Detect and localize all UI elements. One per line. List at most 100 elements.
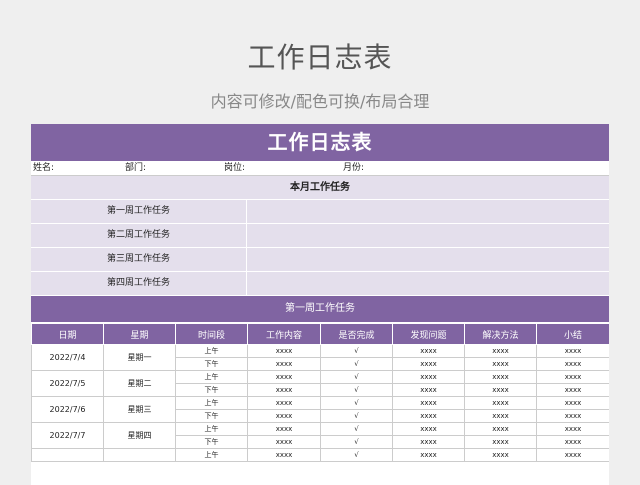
solution-cell[interactable]: xxxx [464, 357, 537, 371]
work-content-cell[interactable]: xxxx [247, 357, 321, 371]
column-header: 解决方法 [464, 323, 537, 345]
solution-cell[interactable]: xxxx [464, 435, 537, 449]
period-cell[interactable]: 上午 [175, 422, 248, 436]
weekly-task-label: 第三周工作任务 [31, 248, 247, 271]
issue-cell[interactable]: xxxx [392, 422, 465, 436]
work-content-cell[interactable]: xxxx [247, 383, 321, 397]
period-cell[interactable]: 上午 [175, 396, 248, 410]
period-cell[interactable]: 下午 [175, 383, 248, 397]
summary-cell[interactable]: xxxx [536, 370, 609, 384]
table-row: 2022/7/6 星期三 上午 xxxx √ xxxx xxxx xxxx [31, 396, 609, 423]
solution-cell[interactable]: xxxx [464, 422, 537, 436]
date-cell[interactable]: 2022/7/5 [31, 370, 104, 397]
completion-cell[interactable]: √ [320, 409, 393, 423]
summary-cell[interactable]: xxxx [536, 422, 609, 436]
weekly-task-label: 第一周工作任务 [31, 200, 247, 223]
weekly-task-value[interactable] [247, 224, 609, 247]
completion-cell[interactable]: √ [320, 357, 393, 371]
table-row: 2022/7/4 星期一 上午 xxxx √ xxxx xxxx xxxx [31, 344, 609, 371]
completion-cell[interactable]: √ [320, 448, 393, 462]
weekly-task-label: 第四周工作任务 [31, 272, 247, 295]
column-header: 日期 [31, 323, 104, 345]
completion-cell[interactable]: √ [320, 370, 393, 384]
period-cell[interactable]: 上午 [175, 370, 248, 384]
work-content-cell[interactable]: xxxx [247, 409, 321, 423]
weekday-cell[interactable]: 星期二 [103, 370, 176, 397]
weekly-task-value[interactable] [247, 248, 609, 271]
column-header: 发现问题 [392, 323, 465, 345]
column-header: 小结 [536, 323, 609, 345]
table-header-row: 日期 星期 时间段 工作内容 是否完成 发现问题 解决方法 小结 [31, 323, 609, 345]
completion-cell[interactable]: √ [320, 422, 393, 436]
work-content-cell[interactable]: xxxx [247, 344, 321, 358]
weekday-cell[interactable]: 星期三 [103, 396, 176, 423]
column-header: 是否完成 [320, 323, 393, 345]
dept-label: 部门: [125, 163, 147, 173]
date-cell[interactable]: 2022/7/6 [31, 396, 104, 423]
sheet-title: 工作日志表 [31, 124, 609, 161]
period-cell[interactable]: 下午 [175, 435, 248, 449]
summary-cell[interactable]: xxxx [536, 357, 609, 371]
solution-cell[interactable]: xxxx [464, 448, 537, 462]
page-title: 工作日志表 [247, 41, 393, 74]
period-cell[interactable]: 上午 [175, 448, 248, 462]
summary-cell[interactable]: xxxx [536, 435, 609, 449]
column-header: 星期 [103, 323, 176, 345]
weekly-tasks: 第一周工作任务 第二周工作任务 第三周工作任务 第四周工作任务 [31, 200, 609, 296]
name-label: 姓名: [33, 163, 55, 173]
solution-cell[interactable]: xxxx [464, 370, 537, 384]
table-row: 2022/7/5 星期二 上午 xxxx √ xxxx xxxx xxxx [31, 370, 609, 397]
daily-log-table: 日期 星期 时间段 工作内容 是否完成 发现问题 解决方法 小结 2022/7/4 星期一 上午 x… [31, 323, 609, 462]
solution-cell[interactable]: xxxx [464, 344, 537, 358]
work-content-cell[interactable]: xxxx [247, 370, 321, 384]
issue-cell[interactable]: xxxx [392, 357, 465, 371]
summary-cell[interactable]: xxxx [536, 383, 609, 397]
page-subtitle: 内容可修改/配色可换/布局合理 [210, 92, 430, 111]
weekly-task-row: 第二周工作任务 [31, 224, 609, 248]
date-cell[interactable]: 2022/7/4 [31, 344, 104, 371]
weekly-task-row: 第三周工作任务 [31, 248, 609, 272]
summary-cell[interactable]: xxxx [536, 448, 609, 462]
weekly-task-value[interactable] [247, 200, 609, 223]
work-content-cell[interactable]: xxxx [247, 422, 321, 436]
column-header: 工作内容 [247, 323, 321, 345]
work-log-sheet: 工作日志表 姓名: 部门: 岗位: 月份: 本月工作任务 第一周工作任务 第二周工… [31, 124, 609, 485]
work-content-cell[interactable]: xxxx [247, 435, 321, 449]
solution-cell[interactable]: xxxx [464, 409, 537, 423]
issue-cell[interactable]: xxxx [392, 344, 465, 358]
completion-cell[interactable]: √ [320, 383, 393, 397]
month-tasks-header: 本月工作任务 [31, 176, 609, 200]
info-row: 姓名: 部门: 岗位: 月份: [31, 161, 609, 176]
weekly-task-row: 第一周工作任务 [31, 200, 609, 224]
completion-cell[interactable]: √ [320, 396, 393, 410]
issue-cell[interactable]: xxxx [392, 383, 465, 397]
work-content-cell[interactable]: xxxx [247, 396, 321, 410]
weekly-task-row: 第四周工作任务 [31, 272, 609, 296]
issue-cell[interactable]: xxxx [392, 435, 465, 449]
issue-cell[interactable]: xxxx [392, 370, 465, 384]
period-cell[interactable]: 上午 [175, 344, 248, 358]
summary-cell[interactable]: xxxx [536, 409, 609, 423]
date-cell[interactable] [31, 448, 104, 462]
summary-cell[interactable]: xxxx [536, 344, 609, 358]
weekday-cell[interactable]: 星期一 [103, 344, 176, 371]
post-label: 岗位: [224, 163, 246, 173]
solution-cell[interactable]: xxxx [464, 396, 537, 410]
weekday-cell[interactable]: 星期四 [103, 422, 176, 449]
summary-cell[interactable]: xxxx [536, 396, 609, 410]
period-cell[interactable]: 下午 [175, 409, 248, 423]
date-cell[interactable]: 2022/7/7 [31, 422, 104, 449]
period-cell[interactable]: 下午 [175, 357, 248, 371]
weekday-cell[interactable] [103, 448, 176, 462]
weekly-task-label: 第二周工作任务 [31, 224, 247, 247]
solution-cell[interactable]: xxxx [464, 383, 537, 397]
issue-cell[interactable]: xxxx [392, 396, 465, 410]
work-content-cell[interactable]: xxxx [247, 448, 321, 462]
completion-cell[interactable]: √ [320, 344, 393, 358]
column-header: 时间段 [175, 323, 248, 345]
completion-cell[interactable]: √ [320, 435, 393, 449]
issue-cell[interactable]: xxxx [392, 448, 465, 462]
issue-cell[interactable]: xxxx [392, 409, 465, 423]
table-row: 上午 xxxx √ xxxx xxxx xxxx [31, 448, 609, 462]
weekly-task-value[interactable] [247, 272, 609, 295]
